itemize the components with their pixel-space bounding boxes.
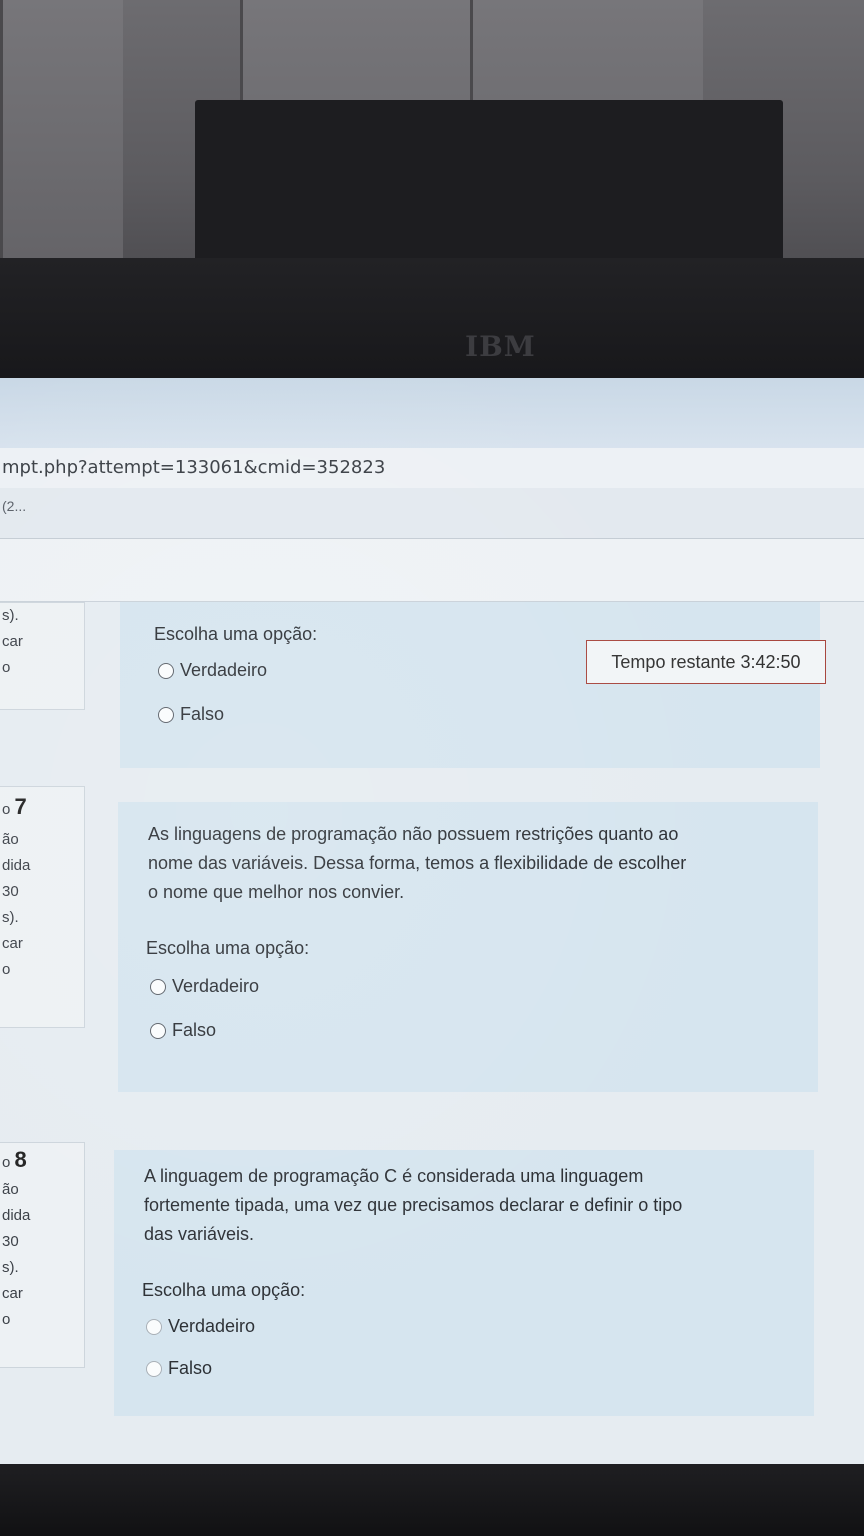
info-line: s). [2, 607, 19, 624]
question-text-line: o nome que melhor nos convier. [148, 882, 405, 902]
question-text-line: fortemente tipada, uma vez que precisamo… [144, 1195, 683, 1215]
question-text-line: nome das variáveis. Dessa forma, temos a… [148, 853, 687, 873]
choose-option-prompt: Escolha uma opção: [146, 938, 310, 958]
address-bar[interactable]: mpt.php?attempt=133061&cmid=352823 [0, 448, 864, 488]
radio-button[interactable] [150, 1022, 166, 1039]
question-text-line: As linguagens de programação não possuem… [148, 824, 679, 844]
option-label: Falso [172, 1020, 217, 1040]
info-line: ão [2, 1181, 19, 1198]
option-label: Verdadeiro [168, 1316, 256, 1336]
info-line: car [2, 935, 23, 952]
info-line: dida [2, 1207, 31, 1224]
option-label: Falso [180, 704, 225, 724]
option-falso[interactable]: Falso [146, 1358, 212, 1379]
info-line: 30 [2, 883, 19, 900]
choose-option-prompt: Escolha uma opção: [154, 624, 318, 644]
option-label: Falso [168, 1358, 213, 1378]
question-panel: A linguagem de programação C é considera… [114, 1150, 814, 1416]
option-verdadeiro[interactable]: Verdadeiro [158, 660, 267, 681]
monitor-bezel-bottom [0, 1462, 864, 1536]
option-verdadeiro[interactable]: Verdadeiro [150, 976, 259, 997]
room-background [0, 0, 864, 300]
info-line: s). [2, 1259, 19, 1276]
info-line: 30 [2, 1233, 19, 1250]
browser-chrome [0, 378, 864, 450]
question-info-box: s). car o [0, 602, 85, 710]
option-falso[interactable]: Falso [158, 704, 224, 725]
info-line: s). [2, 909, 19, 926]
radio-button[interactable] [158, 706, 174, 723]
tab-strip: (2... [0, 488, 864, 539]
radio-button[interactable] [146, 1318, 162, 1335]
question-panel: As linguagens de programação não possuem… [118, 802, 818, 1092]
choose-option-prompt: Escolha uma opção: [142, 1280, 306, 1300]
monitor-brand-logo: IBM [465, 330, 536, 363]
question-number: o 8 [2, 1147, 27, 1172]
timer-label: Tempo restante [611, 652, 736, 672]
question-info-box: o 7 ão dida 30 s). car o [0, 786, 85, 1028]
info-line: o [2, 961, 11, 978]
question-text: As linguagens de programação não possuem… [148, 820, 686, 907]
info-line: dida [2, 857, 31, 874]
radio-button[interactable] [150, 978, 166, 995]
info-line: o [2, 659, 11, 676]
info-line: car [2, 633, 23, 650]
page-header [0, 539, 864, 602]
info-line: o [2, 1311, 11, 1328]
radio-button[interactable] [158, 662, 174, 679]
question-text-line: das variáveis. [144, 1224, 255, 1244]
screen: mpt.php?attempt=133061&cmid=352823 (2...… [0, 378, 864, 1464]
question-info-box: o 8 ão dida 30 s). car o [0, 1142, 85, 1368]
wall-panel [0, 0, 123, 300]
question-text-line: A linguagem de programação C é considera… [144, 1166, 644, 1186]
question-number: o 7 [2, 794, 27, 819]
option-label: Verdadeiro [180, 660, 268, 680]
question-panel: Escolha uma opção: Verdadeiro Falso [120, 602, 820, 768]
timer-value: 3:42:50 [740, 652, 801, 672]
info-line: ão [2, 831, 19, 848]
time-remaining-box: Tempo restante 3:42:50 [586, 640, 826, 684]
question-text: A linguagem de programação C é considera… [144, 1162, 682, 1249]
monitor-bezel-top [0, 258, 864, 388]
radio-button[interactable] [146, 1360, 162, 1377]
quiz-content: s). car o Escolha uma opção: Verdadeiro … [0, 602, 864, 1464]
info-line: car [2, 1285, 23, 1302]
option-falso[interactable]: Falso [150, 1020, 216, 1041]
option-verdadeiro[interactable]: Verdadeiro [146, 1316, 255, 1337]
tab-title[interactable]: (2... [2, 498, 26, 514]
option-label: Verdadeiro [172, 976, 260, 996]
